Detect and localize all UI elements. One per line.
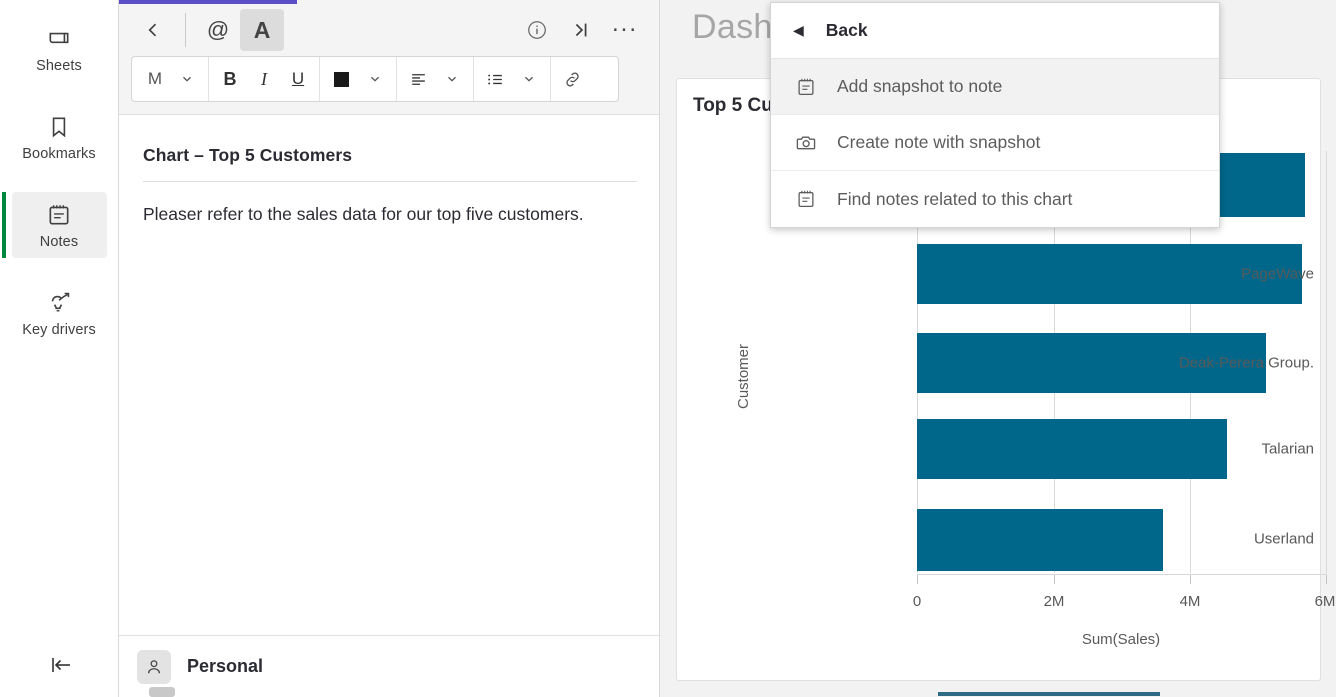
- menu-item-add-snapshot-to-note[interactable]: Add snapshot to note: [771, 59, 1219, 115]
- sheets-icon: [12, 26, 107, 52]
- text-format-button[interactable]: A: [240, 9, 284, 51]
- sidebar-item-sheets[interactable]: Sheets: [12, 16, 107, 82]
- chevron-down-icon[interactable]: [512, 57, 546, 101]
- bookmark-icon: [12, 114, 107, 140]
- more-options-icon[interactable]: ...: [603, 9, 647, 51]
- menu-item-label: Create note with snapshot: [837, 132, 1041, 152]
- sidebar-item-label: Sheets: [36, 58, 82, 74]
- sidebar-item-key-drivers[interactable]: Key drivers: [12, 280, 107, 346]
- dashboard-scrollbar[interactable]: [660, 689, 1336, 697]
- note-body-text[interactable]: Pleaser refer to the sales data for our …: [143, 202, 635, 227]
- note-owner-label: Personal: [187, 656, 264, 676]
- back-arrow-icon: ◀: [793, 22, 804, 38]
- back-icon[interactable]: [131, 9, 175, 51]
- list-group: [474, 57, 551, 101]
- x-axis-tick: [1326, 575, 1327, 584]
- x-axis-tick-label: 0: [912, 593, 922, 610]
- y-axis-label: Deak-Perera Group.: [1178, 354, 1314, 372]
- sidebar-item-notes[interactable]: Notes: [1, 192, 107, 258]
- app-root: Sheets Bookmarks Notes Key drivers @ A .…: [0, 0, 1336, 697]
- color-swatch: [333, 71, 349, 87]
- text-color-group: [320, 57, 397, 101]
- chevron-down-icon[interactable]: [435, 57, 469, 101]
- link-icon[interactable]: [555, 57, 589, 101]
- y-axis-label: Talarian: [1261, 440, 1314, 458]
- loading-progress-bar: [119, 0, 660, 4]
- bullet-list-icon[interactable]: [478, 57, 512, 101]
- menu-item-create-note-with-snapshot[interactable]: Create note with snapshot: [771, 115, 1219, 171]
- info-icon[interactable]: [515, 9, 559, 51]
- note-icon: [793, 188, 819, 210]
- chevron-down-icon[interactable]: [170, 57, 204, 101]
- menu-item-label: Find notes related to this chart: [837, 188, 1073, 209]
- text-style-group: M: [132, 57, 209, 101]
- x-axis-tick-label: 6M: [1314, 593, 1336, 610]
- sidebar-item-label: Bookmarks: [22, 146, 96, 162]
- note-format-toolbar: M B I U: [131, 56, 619, 102]
- y-axis-title: Customer: [735, 343, 752, 409]
- collapse-right-icon[interactable]: [559, 9, 603, 51]
- text-color-button[interactable]: [324, 57, 358, 101]
- camera-icon: [793, 131, 819, 154]
- mention-icon[interactable]: @: [196, 9, 240, 51]
- note-footer: Personal: [119, 635, 659, 697]
- x-axis-tick: [1190, 575, 1191, 584]
- x-axis-tick-label: 2M: [1043, 593, 1065, 610]
- italic-button[interactable]: I: [247, 57, 281, 101]
- x-axis-title: Sum(Sales): [1081, 631, 1161, 648]
- align-left-icon[interactable]: [401, 57, 435, 101]
- y-axis-label: Userland: [1253, 530, 1314, 548]
- note-content-area[interactable]: Chart – Top 5 Customers Pleaser refer to…: [119, 115, 659, 635]
- text-emphasis-group: B I U: [209, 57, 320, 101]
- text-style-button[interactable]: M: [136, 57, 170, 101]
- note-toolbar-primary-row: @ A ...: [131, 4, 647, 56]
- note-title[interactable]: Chart – Top 5 Customers: [143, 145, 635, 166]
- menu-back-button[interactable]: ◀ Back: [771, 3, 1219, 59]
- menu-back-label: Back: [825, 20, 868, 40]
- snapshot-context-menu: ◀ Back Add snapshot to note Create note …: [770, 2, 1220, 228]
- note-scrollbar-thumb[interactable]: [149, 687, 175, 697]
- x-axis-tick: [1054, 575, 1055, 584]
- toolbar-divider: [185, 13, 186, 47]
- note-icon: [793, 76, 819, 98]
- sidebar-item-label: Key drivers: [22, 322, 96, 338]
- person-icon: [137, 649, 171, 684]
- note-toolbar: @ A ... M B I U: [119, 0, 659, 115]
- note-divider: [143, 181, 637, 182]
- gridline: [1326, 151, 1327, 573]
- collapse-sidebar-button[interactable]: [0, 654, 119, 681]
- bold-button[interactable]: B: [213, 57, 247, 101]
- chevron-down-icon[interactable]: [358, 57, 392, 101]
- alignment-group: [397, 57, 474, 101]
- sidebar-item-bookmarks[interactable]: Bookmarks: [12, 104, 107, 170]
- x-axis-tick-label: 4M: [1179, 593, 1201, 610]
- y-axis-label: PageWave: [1241, 265, 1314, 283]
- menu-item-label: Add snapshot to note: [837, 76, 1003, 96]
- key-drivers-icon: [12, 290, 107, 316]
- dashboard-scrollbar-thumb[interactable]: [938, 692, 1160, 696]
- left-nav-rail: Sheets Bookmarks Notes Key drivers: [0, 0, 119, 697]
- note-editor-panel: @ A ... M B I U Chart – Top 5 Customers …: [119, 0, 660, 697]
- x-axis-tick: [917, 575, 918, 584]
- sidebar-item-label: Notes: [39, 234, 79, 250]
- link-group: [551, 57, 593, 101]
- underline-button[interactable]: U: [281, 57, 315, 101]
- menu-item-find-notes-related-to-this-chart[interactable]: Find notes related to this chart: [771, 171, 1219, 227]
- x-axis-line: [917, 574, 1327, 575]
- loading-progress-fill: [119, 0, 297, 4]
- notes-icon: [12, 202, 107, 228]
